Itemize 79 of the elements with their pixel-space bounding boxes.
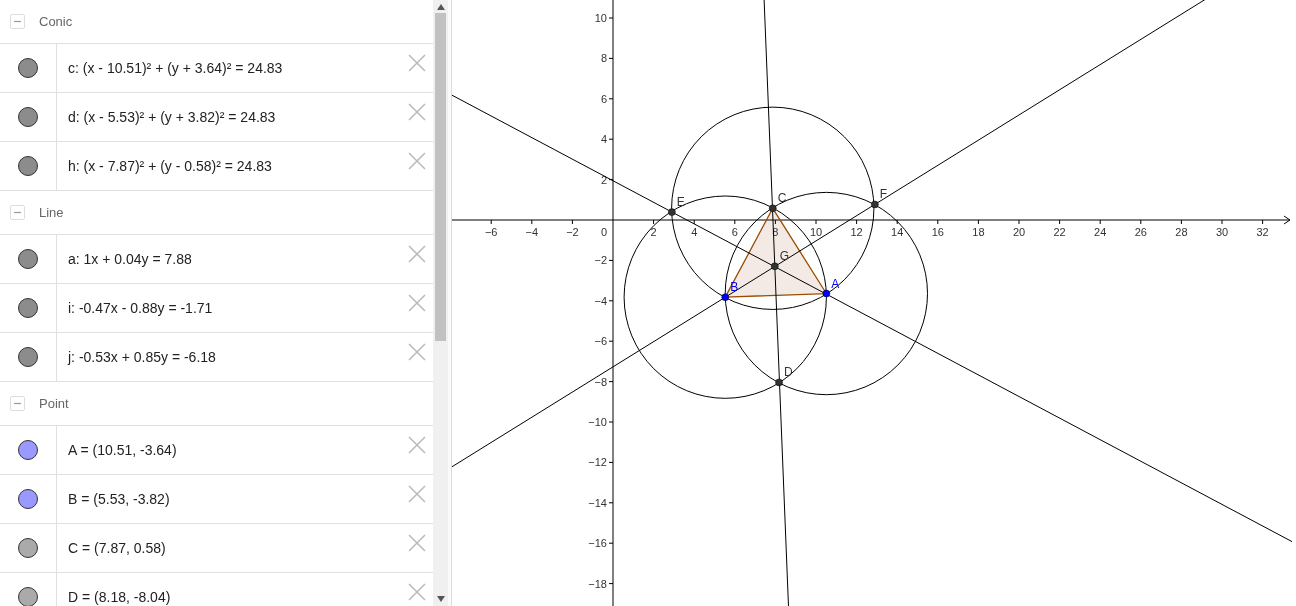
- algebra-entry[interactable]: A = (10.51, -3.64): [57, 426, 403, 474]
- close-icon: [408, 436, 426, 454]
- y-tick-label: −16: [588, 537, 607, 550]
- group-title: Point: [39, 394, 69, 413]
- point-label: G: [779, 249, 790, 264]
- y-tick-label: −2: [594, 254, 607, 267]
- point[interactable]: [771, 262, 779, 270]
- x-tick-label: 6: [731, 226, 738, 238]
- scroll-down-icon[interactable]: [436, 596, 445, 602]
- y-tick-label: 8: [600, 52, 607, 65]
- close-icon: [408, 343, 426, 361]
- y-tick-label: −12: [588, 456, 607, 469]
- x-tick-label: 32: [1256, 226, 1269, 238]
- scrollbar[interactable]: [433, 0, 448, 606]
- y-tick-label: −6: [594, 335, 607, 348]
- scrollbar-thumb[interactable]: [435, 13, 446, 341]
- close-icon: [408, 485, 426, 503]
- algebra-entry[interactable]: C = (7.87, 0.58): [57, 524, 403, 572]
- point-label: F: [879, 187, 888, 202]
- algebra-entry[interactable]: i: -0.47x - 0.88y = -1.71: [57, 284, 403, 332]
- point-label: C: [777, 191, 787, 206]
- y-tick-label: 2: [600, 173, 607, 186]
- x-tick-label: 4: [691, 226, 698, 238]
- point[interactable]: [775, 378, 783, 387]
- point[interactable]: [822, 289, 831, 298]
- origin-label: 0: [600, 226, 608, 238]
- circle[interactable]: [724, 191, 928, 396]
- algebra-entry[interactable]: d: (x - 5.53)² + (y + 3.82)² = 24.83: [57, 93, 403, 141]
- y-tick-label: 6: [600, 92, 607, 105]
- circle[interactable]: [671, 106, 875, 310]
- point[interactable]: [668, 208, 676, 216]
- point[interactable]: [721, 293, 729, 301]
- y-tick-label: 10: [594, 12, 607, 24]
- x-tick-label: 28: [1175, 226, 1188, 238]
- point-label: A: [831, 276, 840, 291]
- y-tick-label: −4: [594, 294, 607, 307]
- point[interactable]: [871, 200, 879, 209]
- collapse-toggle[interactable]: [10, 396, 25, 411]
- x-tick-label: 26: [1134, 226, 1147, 238]
- x-tick-label: 14: [891, 226, 904, 238]
- collapse-toggle[interactable]: [10, 205, 25, 220]
- close-icon: [408, 294, 426, 312]
- close-icon: [408, 103, 426, 121]
- y-tick-label: 4: [600, 133, 607, 146]
- close-icon: [408, 54, 426, 72]
- x-tick-label: −4: [525, 226, 539, 238]
- x-tick-label: 24: [1094, 226, 1107, 238]
- x-tick-label: −6: [484, 226, 498, 238]
- group-title: Line: [39, 203, 64, 222]
- x-tick-label: 22: [1053, 226, 1066, 238]
- y-tick-label: −8: [594, 375, 607, 388]
- algebra-entry[interactable]: a: 1x + 0.04y = 7.88: [57, 235, 403, 283]
- x-tick-label: 16: [931, 226, 944, 238]
- y-tick-label: −14: [588, 496, 607, 509]
- y-tick-label: −10: [588, 416, 607, 428]
- algebra-entry[interactable]: c: (x - 10.51)² + (y + 3.64)² = 24.83: [57, 44, 403, 92]
- x-tick-label: 12: [850, 226, 863, 238]
- x-tick-label: 30: [1215, 226, 1229, 238]
- x-tick-label: 10: [809, 226, 823, 238]
- x-tick-label: 20: [1012, 226, 1026, 238]
- circle[interactable]: [623, 195, 827, 399]
- close-icon: [408, 152, 426, 170]
- close-icon: [408, 583, 426, 601]
- close-icon: [408, 245, 426, 263]
- point-label: E: [676, 195, 685, 210]
- algebra-entry[interactable]: D = (8.18, -8.04): [57, 573, 403, 606]
- close-icon: [408, 534, 426, 552]
- algebra-entry[interactable]: h: (x - 7.87)² + (y - 0.58)² = 24.83: [57, 142, 403, 190]
- algebra-entry[interactable]: B = (5.53, -3.82): [57, 475, 403, 523]
- x-tick-label: 18: [972, 226, 985, 238]
- point[interactable]: [769, 204, 777, 213]
- algebra-entry[interactable]: j: -0.53x + 0.85y = -6.18: [57, 333, 403, 381]
- group-title: Conic: [39, 12, 73, 31]
- collapse-toggle[interactable]: [10, 14, 25, 29]
- scroll-up-icon[interactable]: [436, 4, 445, 10]
- y-tick-label: −18: [588, 577, 607, 590]
- point-label: D: [784, 365, 793, 380]
- x-tick-label: 2: [650, 226, 657, 238]
- x-tick-label: −2: [566, 226, 579, 238]
